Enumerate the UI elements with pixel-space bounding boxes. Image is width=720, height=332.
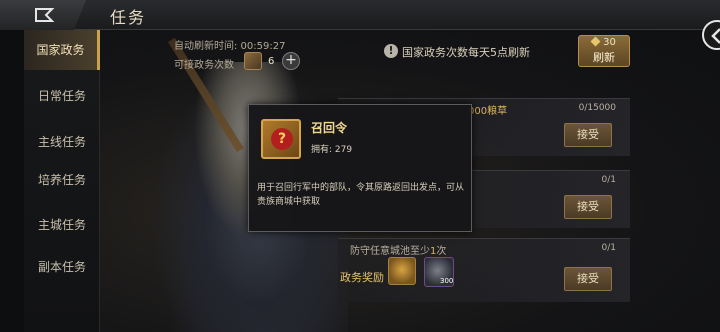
task-progress: 0/1 bbox=[601, 175, 616, 185]
chest-icon[interactable] bbox=[388, 257, 416, 285]
task-progress: 0/15000 bbox=[578, 103, 616, 113]
accept-button[interactable]: 接受 bbox=[564, 195, 612, 219]
item-tooltip: ? 召回令 拥有: 279 用于召回行军中的部队，令其原路返回出发点，可从贵族商… bbox=[248, 104, 472, 232]
sidebar: 国家政务 日常任务 主线任务 培养任务 主城任务 副本任务 bbox=[24, 30, 100, 332]
sidebar-item-national-affairs[interactable]: 国家政务 bbox=[24, 30, 100, 70]
refresh-label: 刷新 bbox=[593, 51, 615, 64]
top-bar: 任务 bbox=[0, 0, 720, 30]
task-name: 防守任意城池至少1次 bbox=[350, 246, 447, 257]
page-title: 任务 bbox=[110, 8, 147, 27]
auto-refresh-timer: 自动刷新时间: 00:59:27 bbox=[174, 41, 286, 52]
item-description: 用于召回行军中的部队，令其原路返回出发点，可从贵族商城中获取 bbox=[257, 183, 465, 207]
scroll-icon bbox=[244, 52, 262, 70]
sidebar-item-main-city[interactable]: 主城任务 bbox=[24, 205, 100, 245]
accept-count-label: 可接政务次数 bbox=[174, 60, 234, 71]
reward-label: 政务奖励 bbox=[340, 271, 384, 284]
back-button[interactable] bbox=[0, 0, 86, 30]
daily-refresh-note: 国家政务次数每天5点刷新 bbox=[402, 46, 530, 59]
sidebar-item-daily[interactable]: 日常任务 bbox=[24, 76, 100, 116]
accept-button[interactable]: 接受 bbox=[564, 267, 612, 291]
task-progress: 0/1 bbox=[601, 243, 616, 253]
back-arrow-icon bbox=[35, 8, 55, 22]
sidebar-item-dungeon[interactable]: 副本任务 bbox=[24, 247, 100, 287]
task-row: 防守任意城池至少1次 0/1 政务奖励 300 接受 bbox=[338, 238, 630, 302]
item-icon-glyph: ? bbox=[271, 128, 293, 150]
refresh-button[interactable]: 30 刷新 bbox=[578, 35, 630, 67]
chevron-left-icon bbox=[711, 28, 720, 44]
add-count-button[interactable]: + bbox=[282, 52, 300, 70]
recall-order-icon: ? bbox=[261, 119, 301, 159]
accept-button[interactable]: 接受 bbox=[564, 123, 612, 147]
info-icon: ! bbox=[384, 44, 398, 58]
sidebar-item-training[interactable]: 培养任务 bbox=[24, 160, 100, 200]
gem-icon bbox=[590, 36, 601, 47]
item-name: 召回令 bbox=[311, 121, 348, 135]
item-owned: 拥有: 279 bbox=[311, 145, 353, 155]
task-name: 000粮草 bbox=[468, 106, 508, 117]
reward-quantity: 300 bbox=[440, 277, 454, 285]
accept-count-value: 6 bbox=[268, 56, 275, 67]
refresh-cost: 30 bbox=[603, 37, 616, 48]
sidebar-item-main[interactable]: 主线任务 bbox=[24, 122, 100, 162]
